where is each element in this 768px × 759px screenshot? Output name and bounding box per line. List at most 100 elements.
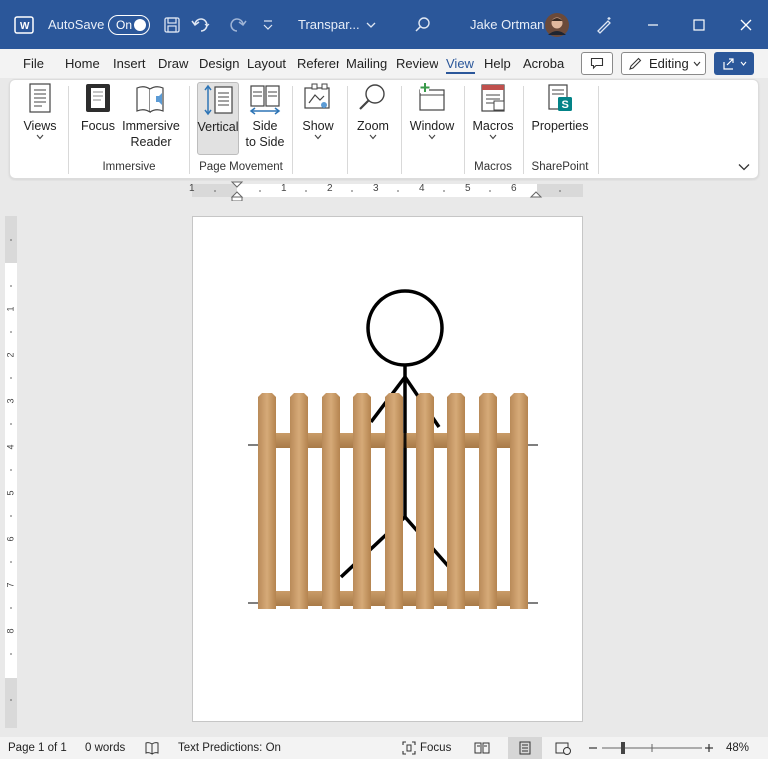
tab-acrobat[interactable]: Acroba	[523, 49, 565, 78]
document-title: Transpar...	[298, 17, 360, 32]
chevron-down-icon	[428, 134, 436, 140]
comment-icon	[590, 57, 604, 70]
autosave-toggle[interactable]: On	[108, 0, 150, 49]
document-page[interactable]	[192, 216, 583, 722]
zoom-button[interactable]: Zoom	[355, 82, 391, 142]
group-label-macros: Macros	[474, 161, 512, 173]
avatar[interactable]	[545, 0, 569, 49]
chevron-down-icon	[489, 134, 497, 140]
group-divider	[347, 86, 348, 174]
zoom-out-icon[interactable]	[588, 741, 598, 755]
document-canvas	[248, 289, 538, 609]
tab-insert[interactable]: Insert	[113, 49, 147, 78]
horizontal-ruler[interactable]: 1 1 2 3 4 5 6	[0, 181, 768, 202]
ruler-scale	[192, 181, 583, 202]
tab-draw[interactable]: Draw	[158, 49, 190, 78]
focus-label: Focus	[80, 119, 116, 133]
share-icon	[722, 57, 734, 70]
focus-icon	[86, 84, 110, 112]
tab-references[interactable]: Referer	[297, 49, 339, 78]
immersive-reader-button[interactable]: Immersive Reader	[120, 82, 182, 150]
collapse-ribbon-icon[interactable]	[738, 158, 750, 176]
chevron-down-icon	[369, 134, 377, 140]
svg-text:W: W	[20, 21, 30, 32]
proofing-icon[interactable]	[145, 741, 159, 755]
editing-mode-button[interactable]: Editing	[621, 52, 706, 75]
show-icon	[304, 83, 330, 109]
views-button[interactable]: Views	[22, 82, 58, 142]
zoom-level[interactable]: 48%	[726, 737, 749, 759]
read-mode-icon[interactable]	[474, 741, 490, 755]
ruler-tick-label: 5	[5, 490, 16, 496]
vertical-ruler[interactable]: 1 2 3 4 5 6 7 8	[0, 203, 22, 738]
autosave-state: On	[116, 17, 133, 32]
focus-button[interactable]: Focus	[80, 82, 116, 134]
wooden-fence-image[interactable]	[248, 377, 538, 609]
side-to-side-icon	[249, 85, 281, 115]
tab-layout[interactable]: Layout	[247, 49, 289, 78]
side-to-side-label-1: Side	[252, 119, 278, 133]
word-app-icon[interactable]: W	[14, 0, 34, 49]
macros-icon	[481, 84, 505, 112]
save-icon[interactable]	[163, 0, 181, 49]
editing-label: Editing	[649, 56, 689, 71]
focus-mode-label: Focus	[420, 742, 452, 754]
immersive-reader-label-2: Reader	[130, 135, 172, 149]
side-to-side-button[interactable]: Side to Side	[243, 82, 287, 150]
web-layout-icon[interactable]	[555, 741, 571, 755]
maximize-icon[interactable]	[692, 0, 706, 49]
macros-button[interactable]: Macros	[472, 82, 514, 142]
customize-qat-icon[interactable]	[262, 0, 274, 49]
group-divider	[598, 86, 599, 174]
svg-text:S: S	[562, 99, 569, 111]
group-divider	[292, 86, 293, 174]
vertical-button[interactable]: Vertical	[197, 82, 239, 155]
document-title-button[interactable]: Transpar...	[298, 0, 376, 49]
focus-icon	[402, 741, 416, 755]
zoom-slider[interactable]	[602, 737, 702, 759]
side-to-side-label-2: to Side	[245, 135, 285, 149]
group-label-sharepoint: SharePoint	[531, 161, 589, 173]
ruler-tick-label: 2	[327, 183, 333, 194]
tab-file[interactable]: File	[23, 49, 47, 78]
group-label-page-movement: Page Movement	[199, 161, 283, 173]
autosave-label: AutoSave	[48, 17, 105, 32]
focus-mode-button[interactable]: Focus	[402, 737, 451, 759]
redo-icon[interactable]	[230, 0, 248, 49]
vertical-page-movement-icon	[204, 84, 233, 116]
search-icon[interactable]	[414, 0, 432, 49]
tab-help[interactable]: Help	[484, 49, 514, 78]
undo-icon[interactable]	[190, 0, 212, 49]
page-count[interactable]: Page 1 of 1	[8, 737, 67, 759]
close-icon[interactable]	[739, 0, 753, 49]
comments-button[interactable]	[581, 52, 613, 75]
designer-icon[interactable]	[594, 0, 614, 49]
show-button[interactable]: Show	[300, 82, 336, 142]
minimize-icon[interactable]	[646, 0, 660, 49]
properties-button[interactable]: S Properties	[530, 82, 590, 134]
text-predictions[interactable]: Text Predictions: On	[178, 737, 281, 759]
ruler-tick-label: 4	[419, 183, 425, 194]
ruler-tick-label: 6	[511, 183, 517, 194]
pencil-icon	[629, 57, 642, 70]
tab-design[interactable]: Design	[199, 49, 241, 78]
window-label: Window	[409, 119, 455, 133]
ruler-tick-label: 3	[373, 183, 379, 194]
tab-view[interactable]: View	[446, 49, 475, 78]
chevron-down-icon	[366, 22, 376, 28]
tab-home[interactable]: Home	[65, 49, 103, 78]
print-layout-icon[interactable]	[508, 737, 542, 759]
share-button[interactable]	[714, 52, 754, 75]
tab-mailings[interactable]: Mailing	[346, 49, 389, 78]
ruler-tick-label: 1	[189, 183, 195, 194]
tab-review[interactable]: Review	[396, 49, 438, 78]
zoom-in-icon[interactable]	[704, 741, 714, 755]
chevron-down-icon	[314, 134, 322, 140]
user-name[interactable]: Jake Ortman	[470, 0, 544, 49]
chevron-down-icon	[36, 134, 44, 140]
window-button[interactable]: Window	[408, 82, 456, 142]
chevron-down-icon	[740, 61, 746, 66]
word-count[interactable]: 0 words	[85, 737, 125, 759]
zoom-icon	[359, 84, 385, 110]
vertical-label: Vertical	[197, 120, 239, 134]
